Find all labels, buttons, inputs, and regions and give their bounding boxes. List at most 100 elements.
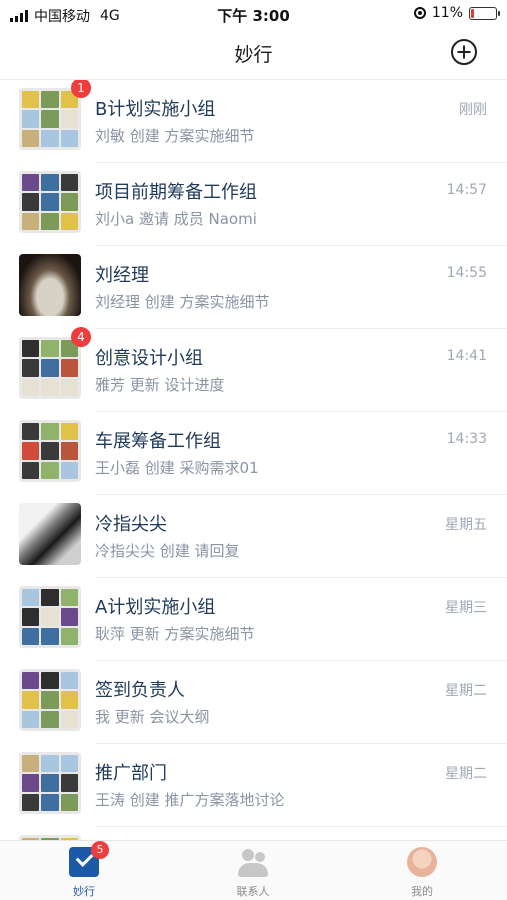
profile-avatar-icon [407,847,437,877]
chat-row[interactable]: 冷指尖尖 冷指尖尖 创建 请回复 星期五 [0,495,507,578]
battery-icon [469,6,500,20]
member-thumb [22,589,40,607]
chat-subtitle: 耿萍 更新 方案实施细节 [95,625,255,643]
chat-time: 14:57 [446,182,487,198]
chat-subtitle: 雅芳 更新 设计进度 [95,376,225,394]
member-thumb [60,627,78,645]
member-thumb [22,608,40,626]
member-thumb [41,672,59,690]
member-thumb [41,193,59,211]
group-avatar [19,420,81,482]
member-thumb [60,359,78,377]
member-thumb [22,174,40,192]
member-thumb [41,691,59,709]
member-thumb [22,755,40,773]
group-avatar [19,586,81,648]
member-thumb [22,793,40,811]
member-thumb [60,442,78,460]
member-thumb [41,589,59,607]
member-thumb [60,710,78,728]
member-thumb [41,755,59,773]
member-thumb [60,423,78,441]
tab-badge: 5 [91,841,109,859]
member-thumb [60,174,78,192]
orientation-lock-icon [413,7,426,19]
chat-row[interactable]: 4 创意设计小组 雅芳 更新 设计进度 14:41 [0,327,507,412]
chat-subtitle: 我 更新 会议大纲 [95,708,210,726]
member-thumb [22,359,40,377]
chat-time: 星期二 [445,766,487,782]
member-thumb [22,340,40,358]
chat-row[interactable]: 车展筹备工作组 王小磊 创建 采购需求01 14:33 [0,412,507,495]
member-thumb [22,672,40,690]
chat-subtitle: 刘经理 创建 方案实施细节 [95,293,270,311]
tab-label: 联系人 [236,885,270,898]
chat-row[interactable] [0,827,507,840]
chat-time: 星期五 [445,517,487,533]
member-thumb [41,710,59,728]
chat-row[interactable]: 刘经理 刘经理 创建 方案实施细节 14:55 [0,246,507,329]
member-thumb [41,774,59,792]
group-avatar [19,669,81,731]
member-thumb [22,442,40,460]
member-thumb [22,423,40,441]
tab-label: 我的 [411,885,433,898]
chat-subtitle: 刘敏 创建 方案实施细节 [95,127,255,145]
chat-time: 14:55 [446,265,487,281]
page-title: 妙行 [234,44,273,66]
unread-badge: 4 [71,327,91,347]
member-thumb [60,589,78,607]
chat-title: 创意设计小组 [95,348,203,369]
tab-me[interactable]: 我的 [362,847,482,899]
member-thumb [60,110,78,128]
member-thumb [41,212,59,230]
tab-contacts[interactable]: 联系人 [193,847,313,899]
member-thumb [60,672,78,690]
nav-bar: 妙行 [0,28,507,80]
member-thumb [60,193,78,211]
chat-title: 项目前期筹备工作组 [95,182,257,203]
member-thumb [22,212,40,230]
member-thumb [41,110,59,128]
member-thumb [41,378,59,396]
member-thumb [60,774,78,792]
group-avatar: 1 [19,80,91,150]
check-square-icon: 5 [69,841,109,877]
member-thumb [22,378,40,396]
chat-subtitle: 王小磊 创建 采购需求01 [95,459,259,477]
member-thumb [60,378,78,396]
member-thumb [41,442,59,460]
group-avatar [19,752,81,814]
chat-row[interactable]: 项目前期筹备工作组 刘小a 邀请 成员 Naomi 14:57 [0,163,507,246]
group-avatar: 4 [19,327,91,399]
member-thumb [60,129,78,147]
chat-title: B计划实施小组 [95,99,216,120]
tab-miaoxing[interactable]: 5 妙行 [24,841,144,899]
chat-title: A计划实施小组 [95,597,216,618]
member-thumb [41,423,59,441]
unread-badge: 1 [71,80,91,98]
chat-title: 刘经理 [95,265,149,286]
member-thumb [41,91,59,109]
tab-label: 妙行 [73,885,95,898]
chat-row[interactable]: A计划实施小组 耿萍 更新 方案实施细节 星期三 [0,578,507,661]
member-thumb [41,608,59,626]
chat-subtitle: 冷指尖尖 创建 请回复 [95,542,240,560]
chat-subtitle: 王涛 创建 推广方案落地讨论 [95,791,285,809]
chat-title: 车展筹备工作组 [95,431,221,452]
member-thumb [41,359,59,377]
member-thumb [22,691,40,709]
member-thumb [41,340,59,358]
bw-photo-avatar [19,503,81,565]
chat-row[interactable]: 推广部门 王涛 创建 推广方案落地讨论 星期二 [0,744,507,827]
chat-row[interactable]: 签到负责人 我 更新 会议大纲 星期二 [0,661,507,744]
member-thumb [41,129,59,147]
member-thumb [60,461,78,479]
contacts-icon [238,847,268,877]
chat-title: 推广部门 [95,763,167,784]
status-bar: 中国移动 4G 下午 3:00 11% [0,0,507,28]
chat-row[interactable]: 1 B计划实施小组 刘敏 创建 方案实施细节 刚刚 [0,80,507,163]
member-thumb [60,212,78,230]
member-thumb [41,793,59,811]
add-button[interactable] [451,39,477,65]
